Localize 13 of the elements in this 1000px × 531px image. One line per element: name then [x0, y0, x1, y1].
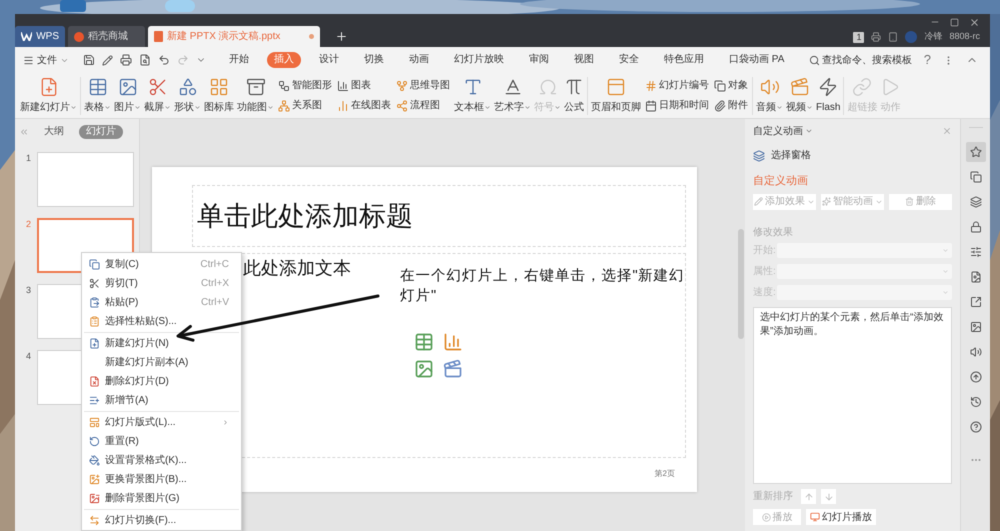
slide-number: 3	[26, 284, 31, 297]
slide-number: 1	[26, 152, 31, 165]
page-number: 第2页	[654, 468, 675, 480]
section-heading: 自定义动画	[753, 174, 809, 189]
section-label: 修改效果	[753, 226, 794, 240]
body-text: 此处添加文本	[243, 257, 351, 280]
slide-number: 2	[26, 218, 31, 231]
account-id: 8808-rc	[949, 30, 980, 44]
hint-text: 选中幻灯片的某个元素，然后单击“添加效果”添加动画。	[760, 310, 944, 338]
instruction-text: 在一个幻灯片上，右键单击，选择"新建幻灯片"	[400, 266, 686, 306]
title-text: 单击此处添加标题	[197, 200, 413, 233]
slide-number: 4	[26, 350, 31, 363]
reorder-label: 重新排序	[753, 490, 793, 504]
